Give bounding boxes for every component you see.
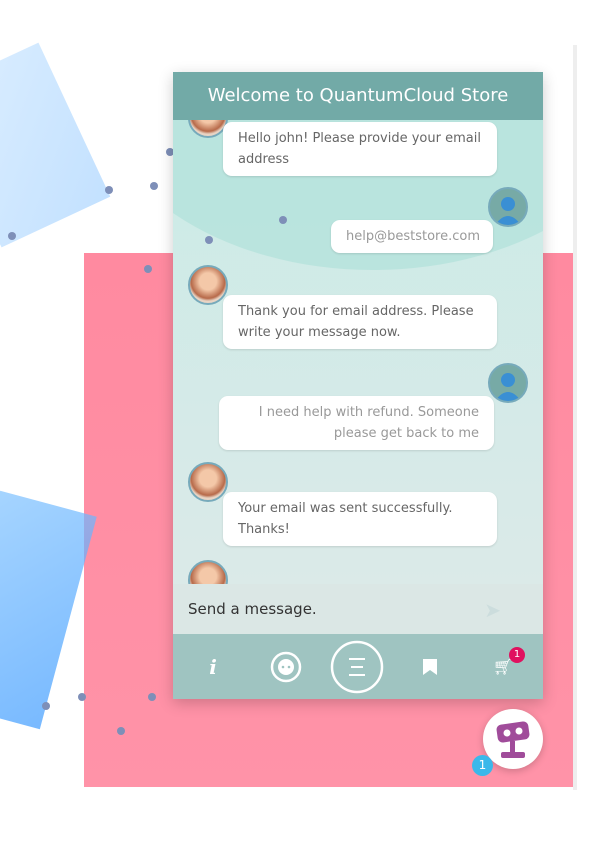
support-button[interactable] (268, 634, 304, 699)
menu-button[interactable] (330, 634, 384, 699)
user-icon (495, 373, 521, 401)
chat-title: Welcome to QuantumCloud Store (173, 72, 543, 120)
user-avatar (488, 187, 528, 227)
launcher-badge: 1 (472, 755, 493, 776)
bookmark-icon (423, 658, 437, 675)
decor-dot (150, 182, 158, 190)
cart-badge: 1 (509, 647, 525, 663)
decor-dot (144, 265, 152, 273)
message-list[interactable]: Hello john! Please provide your email ad… (173, 120, 543, 584)
send-icon[interactable]: ➤ (484, 598, 501, 622)
info-button[interactable]: i (193, 634, 233, 699)
user-avatar (488, 363, 528, 403)
decor-dot (105, 186, 113, 194)
bot-message: Your email was sent successfully. Thanks… (223, 492, 497, 546)
decor-dot (42, 702, 50, 710)
cart-button[interactable]: 🛒︎ 1 (488, 634, 525, 699)
bot-message: Thank you for email address. Please writ… (223, 295, 497, 349)
menu-icon (330, 640, 384, 693)
bot-message: Hello john! Please provide your email ad… (223, 122, 497, 176)
message-placeholder: Send a message. (188, 600, 317, 618)
decor-dot (8, 232, 16, 240)
chatbot-launcher[interactable] (483, 709, 543, 769)
bookmark-button[interactable] (418, 634, 442, 699)
robot-logo-icon (496, 721, 530, 758)
user-message: I need help with refund. Someone please … (219, 396, 494, 450)
message-input[interactable]: Send a message. ➤ (173, 584, 543, 634)
support-agent-icon (270, 651, 302, 682)
bot-avatar-typing (188, 560, 228, 584)
user-icon (495, 197, 521, 225)
bot-avatar (188, 462, 228, 502)
decor-dot (117, 727, 125, 735)
bottom-nav: i 🛒︎ 1 (173, 634, 543, 699)
chat-window: Welcome to QuantumCloud Store Hello john… (173, 72, 543, 699)
decorative-glass (0, 42, 111, 248)
bot-avatar (188, 265, 228, 305)
decor-dot (78, 693, 86, 701)
decor-dot (205, 236, 213, 244)
user-message: help@beststore.com (331, 220, 493, 253)
divider (573, 45, 577, 790)
decor-dot (279, 216, 287, 224)
info-icon: i (209, 654, 217, 679)
decor-dot (148, 693, 156, 701)
